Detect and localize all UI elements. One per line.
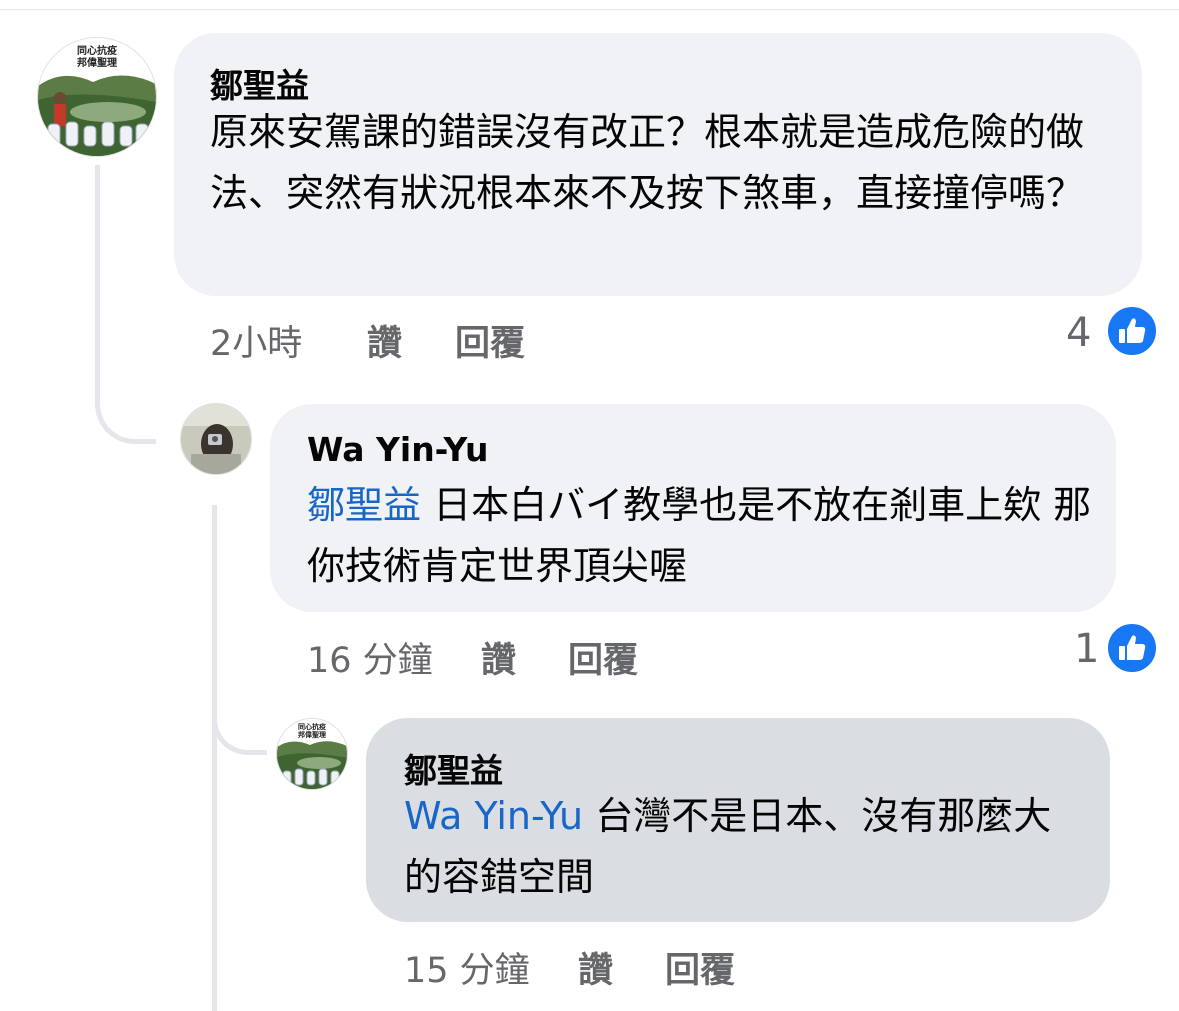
avatar-photo: 同心抗疫 邦偉聖理 xyxy=(277,719,347,789)
thumbs-up-icon[interactable] xyxy=(1106,622,1158,674)
like-button[interactable]: 讚 xyxy=(481,632,516,683)
reply-button[interactable]: 回覆 xyxy=(665,942,735,993)
reaction-count[interactable]: 4 xyxy=(1066,310,1091,356)
comment-timestamp[interactable]: 2小時 xyxy=(210,315,302,366)
comment-text: Wa Yin-Yu 台灣不是日本、沒有那麼大的容錯空間 xyxy=(404,786,1084,908)
comment-text: 鄒聖益 日本白バイ教學也是不放在剎車上欸 那你技術肯定世界頂尖喔 xyxy=(307,475,1097,597)
avatar[interactable] xyxy=(180,403,252,475)
reply-button[interactable]: 回覆 xyxy=(455,315,525,366)
mention-link[interactable]: 鄒聖益 xyxy=(307,483,421,527)
comment-body: 日本白バイ教學也是不放在剎車上欸 那你技術肯定世界頂尖喔 xyxy=(307,483,1092,588)
comment-text: 原來安駕課的錯誤沒有改正？根本就是造成危險的做法、突然有狀況根本來不及按下煞車，… xyxy=(210,110,1085,215)
avatar[interactable]: 同心抗疫 邦偉聖理 xyxy=(276,718,348,790)
avatar-photo: 同心抗疫 邦偉聖理 xyxy=(38,38,156,156)
avatar-photo xyxy=(181,404,251,474)
thread-line-level1 xyxy=(95,165,156,444)
thread-line-level2-branch xyxy=(212,690,267,755)
top-divider xyxy=(0,9,1179,10)
svg-text:邦偉聖理: 邦偉聖理 xyxy=(77,56,117,69)
comment-timestamp[interactable]: 15 分鐘 xyxy=(404,942,530,993)
thread-line-level2-continue xyxy=(212,505,217,1011)
mention-link[interactable]: Wa Yin-Yu xyxy=(404,794,583,838)
thumbs-up-glyph xyxy=(1119,318,1146,343)
like-button[interactable]: 讚 xyxy=(578,942,613,993)
comment-author[interactable]: Wa Yin-Yu xyxy=(307,430,489,469)
thumbs-up-glyph xyxy=(1119,635,1146,660)
reply-button[interactable]: 回覆 xyxy=(568,632,638,683)
comment-author[interactable]: 鄒聖益 xyxy=(404,744,503,792)
reaction-count[interactable]: 1 xyxy=(1074,626,1099,672)
svg-text:邦偉聖理: 邦偉聖理 xyxy=(298,730,326,739)
avatar[interactable]: 同心抗疫 邦偉聖理 xyxy=(37,37,157,157)
comment-timestamp[interactable]: 16 分鐘 xyxy=(307,632,433,683)
comment-author[interactable]: 鄒聖益 xyxy=(210,59,309,107)
thumbs-up-icon[interactable] xyxy=(1106,305,1158,357)
like-button[interactable]: 讚 xyxy=(367,315,402,366)
svg-text:同心抗疫: 同心抗疫 xyxy=(298,722,326,731)
svg-text:同心抗疫: 同心抗疫 xyxy=(77,44,117,57)
